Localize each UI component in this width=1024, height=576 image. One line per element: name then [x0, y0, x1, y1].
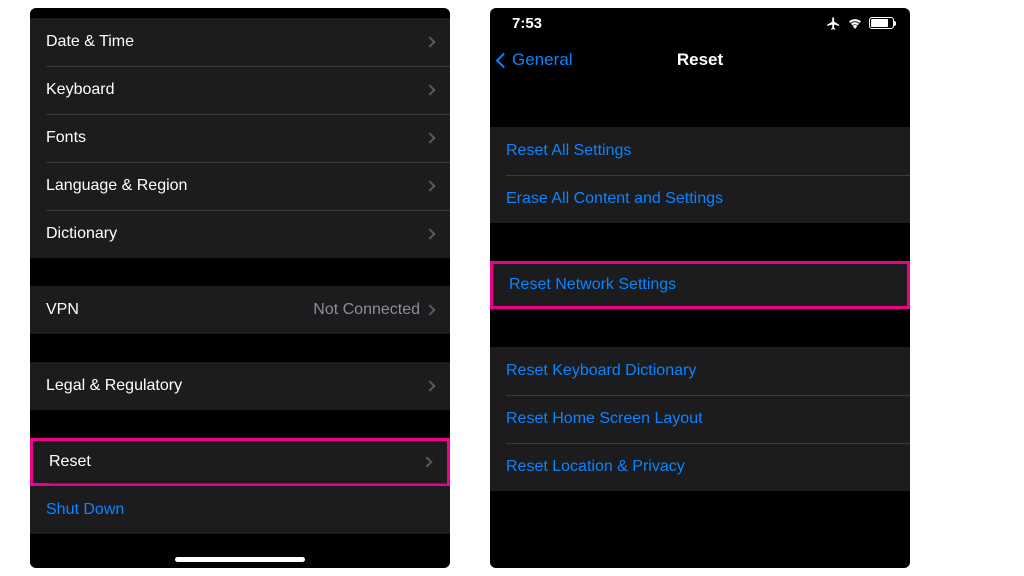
reset-group-main: Reset All Settings Erase All Content and… — [490, 127, 910, 223]
chevron-right-icon — [424, 228, 435, 239]
row-label: Reset — [49, 453, 423, 471]
row-label: Erase All Content and Settings — [506, 190, 894, 208]
row-label: Reset All Settings — [506, 142, 894, 160]
page-title: Reset — [677, 50, 723, 70]
chevron-left-icon — [496, 52, 512, 68]
battery-icon — [869, 17, 894, 29]
chevron-right-icon — [424, 180, 435, 191]
settings-group-vpn: VPN Not Connected — [30, 286, 450, 334]
back-label: General — [512, 50, 572, 70]
row-language-region[interactable]: Language & Region — [30, 162, 450, 210]
row-dictionary[interactable]: Dictionary — [30, 210, 450, 258]
settings-group-reset: Reset Shut Down — [30, 438, 450, 534]
row-label: Keyboard — [46, 81, 426, 99]
airplane-mode-icon — [826, 16, 841, 31]
row-label: Reset Network Settings — [509, 276, 891, 294]
status-bar: 7:53 — [490, 8, 910, 38]
row-label: Fonts — [46, 129, 426, 147]
reset-group-network: Reset Network Settings — [490, 261, 910, 309]
row-label: Reset Keyboard Dictionary — [506, 362, 894, 380]
row-label: Shut Down — [46, 501, 434, 519]
back-button[interactable]: General — [498, 50, 572, 70]
row-vpn[interactable]: VPN Not Connected — [30, 286, 450, 334]
row-fonts[interactable]: Fonts — [30, 114, 450, 162]
reset-group-other: Reset Keyboard Dictionary Reset Home Scr… — [490, 347, 910, 491]
row-label: Dictionary — [46, 225, 426, 243]
row-date-time[interactable]: Date & Time — [30, 18, 450, 66]
chevron-right-icon — [424, 132, 435, 143]
chevron-right-icon — [424, 380, 435, 391]
row-label: Date & Time — [46, 33, 426, 51]
row-reset-location-privacy[interactable]: Reset Location & Privacy — [490, 443, 910, 491]
settings-group-system: Date & Time Keyboard Fonts Language & Re… — [30, 18, 450, 258]
general-settings-screen: Date & Time Keyboard Fonts Language & Re… — [30, 8, 450, 568]
row-reset[interactable]: Reset — [30, 438, 450, 486]
row-erase-all-content[interactable]: Erase All Content and Settings — [490, 175, 910, 223]
row-value: Not Connected — [313, 301, 420, 319]
chevron-right-icon — [424, 36, 435, 47]
row-label: Language & Region — [46, 177, 426, 195]
chevron-right-icon — [424, 304, 435, 315]
row-label: Reset Home Screen Layout — [506, 410, 894, 428]
nav-header: General Reset — [490, 38, 910, 82]
reset-screen: 7:53 General Reset Reset All Settings Er… — [490, 8, 910, 568]
row-label: Reset Location & Privacy — [506, 458, 894, 476]
row-reset-all-settings[interactable]: Reset All Settings — [490, 127, 910, 175]
chevron-right-icon — [421, 456, 432, 467]
row-label: Legal & Regulatory — [46, 377, 426, 395]
home-indicator[interactable] — [175, 557, 305, 562]
status-time: 7:53 — [512, 15, 542, 32]
row-reset-network-settings[interactable]: Reset Network Settings — [490, 261, 910, 309]
row-reset-home-screen-layout[interactable]: Reset Home Screen Layout — [490, 395, 910, 443]
row-shut-down[interactable]: Shut Down — [30, 486, 450, 534]
row-legal-regulatory[interactable]: Legal & Regulatory — [30, 362, 450, 410]
row-keyboard[interactable]: Keyboard — [30, 66, 450, 114]
row-label: VPN — [46, 301, 313, 319]
chevron-right-icon — [424, 84, 435, 95]
settings-group-legal: Legal & Regulatory — [30, 362, 450, 410]
status-icons — [826, 16, 894, 31]
row-reset-keyboard-dictionary[interactable]: Reset Keyboard Dictionary — [490, 347, 910, 395]
wifi-icon — [847, 17, 863, 29]
